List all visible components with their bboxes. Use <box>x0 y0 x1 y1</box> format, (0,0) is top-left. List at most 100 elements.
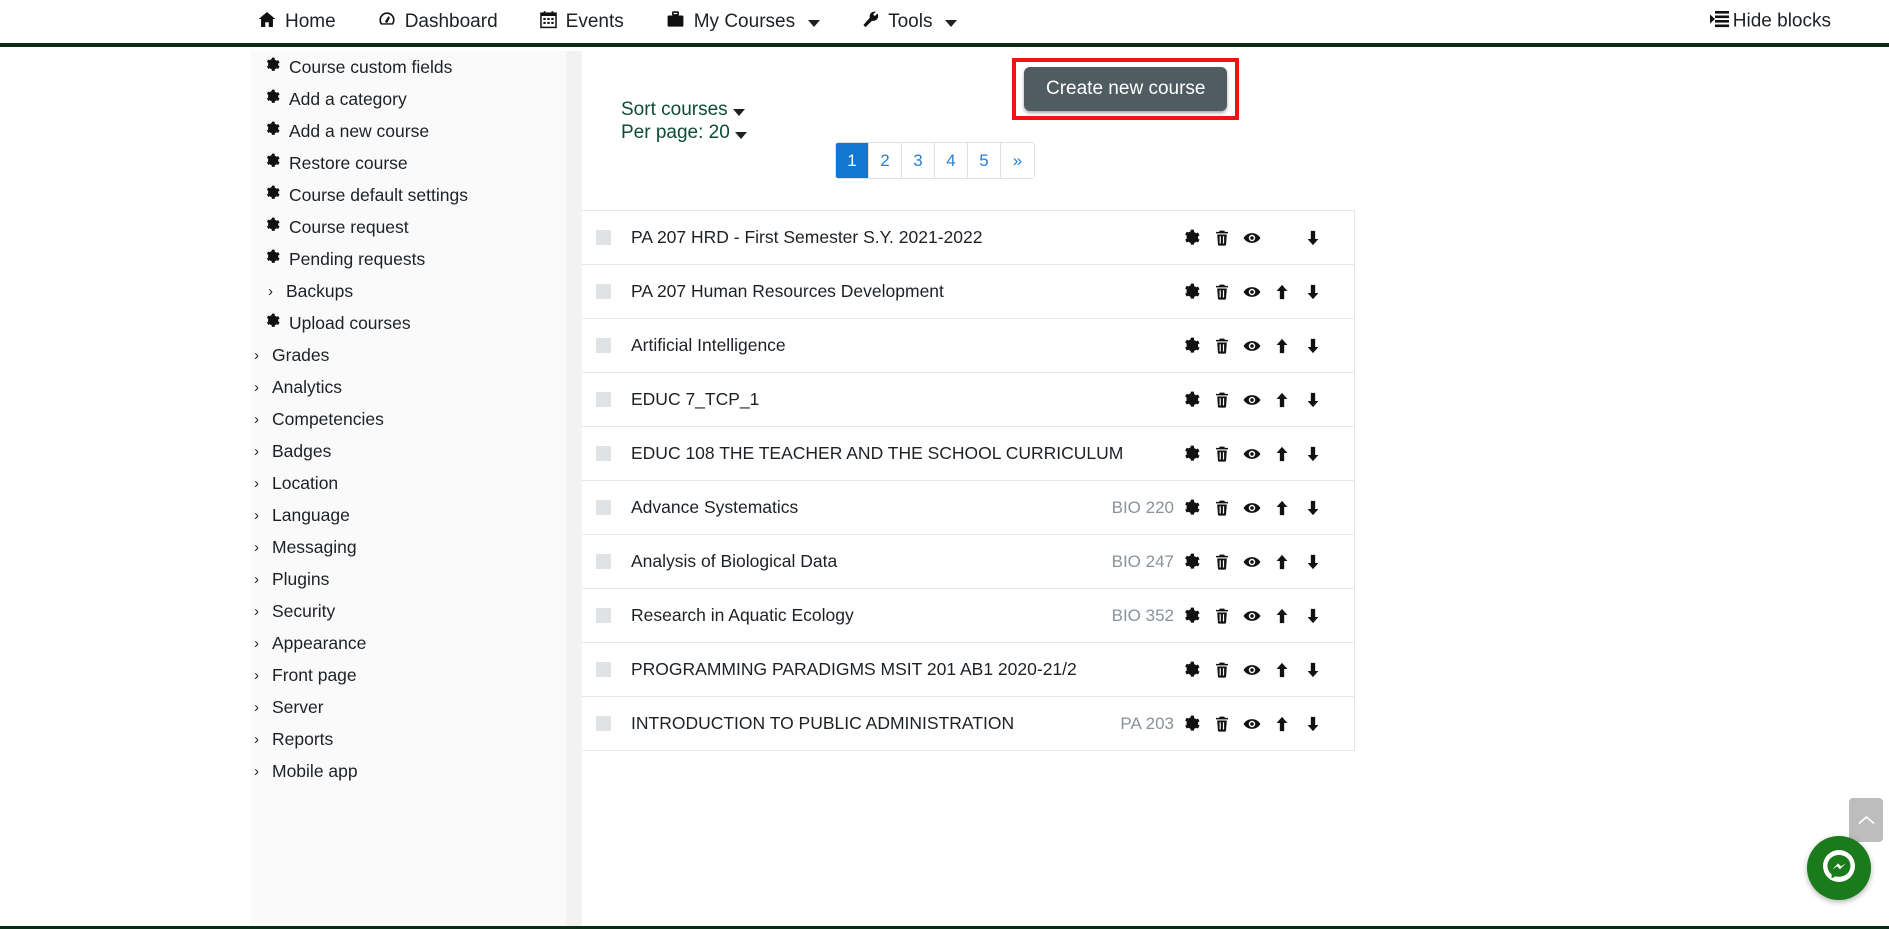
course-name[interactable]: EDUC 7_TCP_1 <box>631 389 1174 410</box>
sidebar-item-add-a-new-course[interactable]: Add a new course <box>251 115 566 147</box>
trash-icon[interactable] <box>1212 282 1230 301</box>
course-select-checkbox[interactable] <box>596 230 611 245</box>
pagination-page-1[interactable]: 1 <box>836 143 869 178</box>
arrow-up-icon[interactable] <box>1273 390 1291 409</box>
arrow-up-icon[interactable] <box>1273 336 1291 355</box>
trash-icon[interactable] <box>1212 336 1230 355</box>
sidebar-item-competencies[interactable]: › Competencies <box>251 403 566 435</box>
course-name[interactable]: Analysis of Biological Data <box>631 551 1112 572</box>
sidebar-item-server[interactable]: › Server <box>251 691 566 723</box>
arrow-down-icon[interactable] <box>1304 606 1322 625</box>
sidebar-item-pending-requests[interactable]: Pending requests <box>251 243 566 275</box>
hide-blocks-button[interactable]: Hide blocks <box>1709 10 1831 33</box>
gear-icon[interactable] <box>1182 660 1200 679</box>
course-name[interactable]: Research in Aquatic Ecology <box>631 605 1112 626</box>
course-name[interactable]: Artificial Intelligence <box>631 335 1174 356</box>
sidebar-item-upload-courses[interactable]: Upload courses <box>251 307 566 339</box>
arrow-down-icon[interactable] <box>1304 336 1322 355</box>
sidebar-item-reports[interactable]: › Reports <box>251 723 566 755</box>
gear-icon[interactable] <box>1182 390 1200 409</box>
course-select-checkbox[interactable] <box>596 500 611 515</box>
sidebar-item-appearance[interactable]: › Appearance <box>251 627 566 659</box>
sidebar-item-security[interactable]: › Security <box>251 595 566 627</box>
sidebar-item-language[interactable]: › Language <box>251 499 566 531</box>
sidebar-item-messaging[interactable]: › Messaging <box>251 531 566 563</box>
eye-icon[interactable] <box>1243 660 1261 679</box>
eye-icon[interactable] <box>1243 390 1261 409</box>
pagination-page-5[interactable]: 5 <box>968 143 1001 178</box>
eye-icon[interactable] <box>1243 606 1261 625</box>
trash-icon[interactable] <box>1212 660 1230 679</box>
arrow-up-icon[interactable] <box>1273 714 1291 733</box>
trash-icon[interactable] <box>1212 228 1230 247</box>
sidebar-scrollbar[interactable] <box>566 51 582 929</box>
sidebar-item-course-custom-fields[interactable]: Course custom fields <box>251 51 566 83</box>
course-select-checkbox[interactable] <box>596 338 611 353</box>
pagination-page-3[interactable]: 3 <box>902 143 935 178</box>
course-name[interactable]: PROGRAMMING PARADIGMS MSIT 201 AB1 2020-… <box>631 659 1174 680</box>
eye-icon[interactable] <box>1243 498 1261 517</box>
eye-icon[interactable] <box>1243 444 1261 463</box>
sidebar-item-badges[interactable]: › Badges <box>251 435 566 467</box>
trash-icon[interactable] <box>1212 390 1230 409</box>
nav-item-events[interactable]: Events <box>539 10 624 33</box>
arrow-up-icon[interactable] <box>1273 606 1291 625</box>
eye-icon[interactable] <box>1243 336 1261 355</box>
sidebar-item-restore-course[interactable]: Restore course <box>251 147 566 179</box>
trash-icon[interactable] <box>1212 606 1230 625</box>
eye-icon[interactable] <box>1243 228 1261 247</box>
eye-icon[interactable] <box>1243 552 1261 571</box>
arrow-up-icon[interactable] <box>1273 444 1291 463</box>
gear-icon[interactable] <box>1182 336 1200 355</box>
trash-icon[interactable] <box>1212 498 1230 517</box>
nav-item-dashboard[interactable]: Dashboard <box>377 10 498 33</box>
course-select-checkbox[interactable] <box>596 392 611 407</box>
nav-item-home[interactable]: Home <box>257 10 336 33</box>
course-select-checkbox[interactable] <box>596 284 611 299</box>
nav-item-my-courses[interactable]: My Courses <box>665 10 821 33</box>
sidebar-item-analytics[interactable]: › Analytics <box>251 371 566 403</box>
sidebar-item-mobile-app[interactable]: › Mobile app <box>251 755 566 787</box>
gear-icon[interactable] <box>1182 714 1200 733</box>
arrow-up-icon[interactable] <box>1273 498 1291 517</box>
sidebar-item-add-a-category[interactable]: Add a category <box>251 83 566 115</box>
course-name[interactable]: PA 207 Human Resources Development <box>631 281 1174 302</box>
sidebar-item-grades[interactable]: › Grades <box>251 339 566 371</box>
gear-icon[interactable] <box>1182 552 1200 571</box>
sidebar-item-front-page[interactable]: › Front page <box>251 659 566 691</box>
arrow-down-icon[interactable] <box>1304 552 1322 571</box>
arrow-down-icon[interactable] <box>1304 390 1322 409</box>
sidebar-item-course-default-settings[interactable]: Course default settings <box>251 179 566 211</box>
course-select-checkbox[interactable] <box>596 554 611 569</box>
sidebar-item-backups[interactable]: › Backups <box>251 275 566 307</box>
course-select-checkbox[interactable] <box>596 446 611 461</box>
gear-icon[interactable] <box>1182 498 1200 517</box>
arrow-down-icon[interactable] <box>1304 660 1322 679</box>
arrow-down-icon[interactable] <box>1304 282 1322 301</box>
course-select-checkbox[interactable] <box>596 716 611 731</box>
eye-icon[interactable] <box>1243 282 1261 301</box>
gear-icon[interactable] <box>1182 282 1200 301</box>
nav-item-tools[interactable]: Tools <box>861 10 958 33</box>
arrow-down-icon[interactable] <box>1304 714 1322 733</box>
arrow-down-icon[interactable] <box>1304 498 1322 517</box>
trash-icon[interactable] <box>1212 444 1230 463</box>
messenger-chat-button[interactable] <box>1807 836 1871 900</box>
eye-icon[interactable] <box>1243 714 1261 733</box>
arrow-down-icon[interactable] <box>1304 228 1322 247</box>
arrow-down-icon[interactable] <box>1304 444 1322 463</box>
course-name[interactable]: PA 207 HRD - First Semester S.Y. 2021-20… <box>631 227 1174 248</box>
pagination-page-2[interactable]: 2 <box>869 143 902 178</box>
arrow-up-icon[interactable] <box>1273 552 1291 571</box>
trash-icon[interactable] <box>1212 552 1230 571</box>
per-page-dropdown[interactable]: Per page: 20 <box>621 122 747 144</box>
pagination-page-4[interactable]: 4 <box>935 143 968 178</box>
sidebar-item-location[interactable]: › Location <box>251 467 566 499</box>
sidebar-item-course-request[interactable]: Course request <box>251 211 566 243</box>
scroll-to-top-button[interactable] <box>1849 798 1883 842</box>
gear-icon[interactable] <box>1182 444 1200 463</box>
course-name[interactable]: EDUC 108 THE TEACHER AND THE SCHOOL CURR… <box>631 443 1174 464</box>
trash-icon[interactable] <box>1212 714 1230 733</box>
sort-courses-dropdown[interactable]: Sort courses <box>621 99 745 121</box>
sidebar-item-plugins[interactable]: › Plugins <box>251 563 566 595</box>
